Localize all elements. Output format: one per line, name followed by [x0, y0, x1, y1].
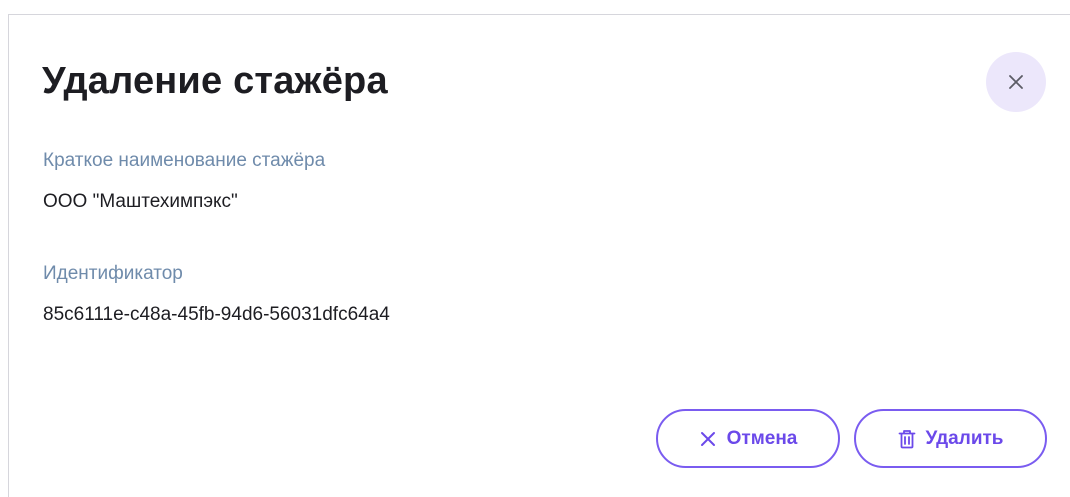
delete-button-label: Удалить	[925, 427, 1004, 449]
trash-icon	[898, 429, 916, 449]
close-icon	[1006, 72, 1026, 92]
close-dialog-button[interactable]	[986, 52, 1046, 112]
cancel-button-label: Отмена	[726, 427, 798, 449]
short-name-value: ООО "Маштехимпэкс"	[43, 191, 238, 212]
delete-button[interactable]: Удалить	[854, 409, 1047, 468]
short-name-label: Краткое наименование стажёра	[43, 150, 326, 171]
identifier-label: Идентификатор	[43, 263, 183, 284]
cancel-button[interactable]: Отмена	[656, 409, 840, 468]
close-icon	[699, 430, 717, 448]
identifier-value: 85c6111e-c48a-45fb-94d6-56031dfc64a4	[43, 304, 390, 325]
dialog-title: Удаление стажёра	[42, 60, 388, 102]
delete-trainee-dialog: Удаление стажёра Краткое наименование ст…	[8, 14, 1070, 497]
